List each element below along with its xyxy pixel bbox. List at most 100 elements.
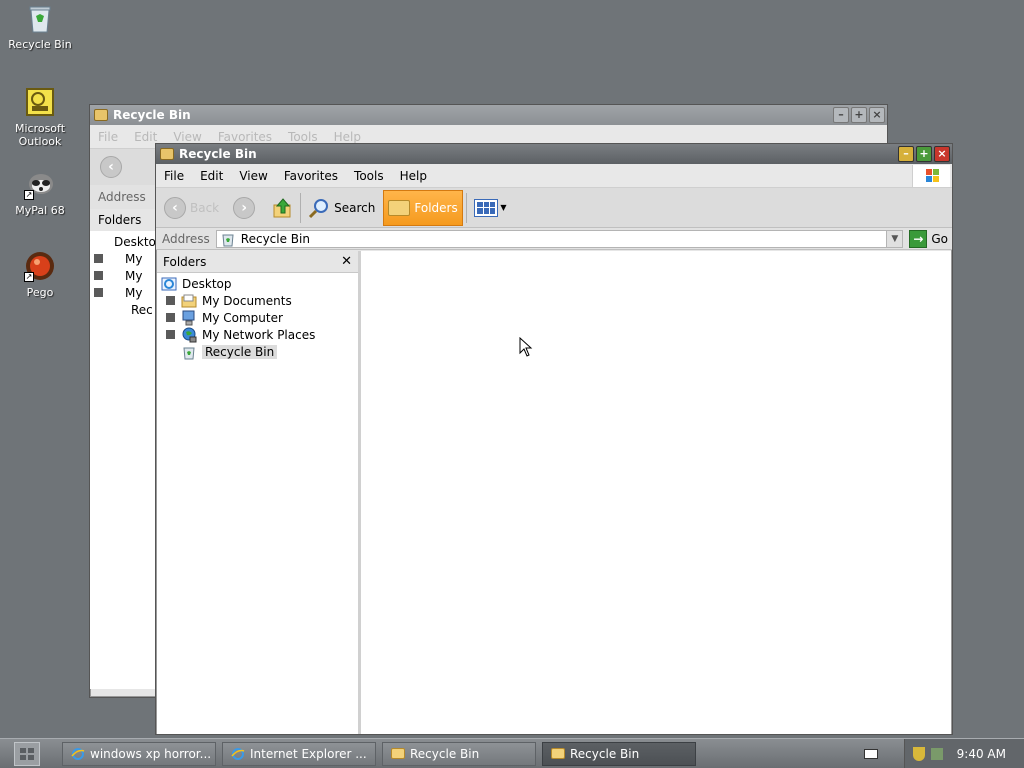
expander-icon[interactable]: [166, 296, 175, 305]
start-button[interactable]: [14, 741, 40, 766]
system-tray: 9:40 AM: [863, 739, 1024, 768]
toolbar: ‹ Back › Search Folders ▼: [156, 188, 952, 228]
tree-item[interactable]: My: [94, 250, 156, 267]
expander-icon[interactable]: [94, 254, 103, 263]
chevron-down-icon[interactable]: ▼: [886, 230, 903, 247]
pane-wrap: Folders ✕ Desktop My Documents My Comput…: [157, 251, 951, 734]
tree-label: My Computer: [202, 310, 283, 325]
front-window-titlebar[interactable]: Recycle Bin – + ×: [156, 144, 952, 164]
folders-label: Folders: [98, 213, 142, 227]
desktop-icon-label: Pego: [26, 286, 54, 299]
address-input[interactable]: Recycle Bin ▼: [215, 229, 904, 248]
notification-area: 9:40 AM: [903, 739, 1024, 768]
recycle-bin-icon: [222, 234, 234, 246]
taskbar-item[interactable]: Internet Explorer ...: [222, 741, 376, 766]
keyboard-icon[interactable]: [863, 749, 878, 759]
desktop-icon-pego[interactable]: ↗ Pego: [0, 250, 80, 299]
taskbar-item[interactable]: Recycle Bin: [382, 741, 536, 766]
menu-edit[interactable]: Edit: [192, 169, 231, 183]
raccoon-icon: ↗: [24, 168, 56, 200]
menubar: File Edit View Favorites Tools Help: [156, 164, 952, 188]
taskbar: windows xp horror... Internet Explorer .…: [0, 738, 1024, 768]
tree-item-desktop[interactable]: Desktop: [157, 275, 358, 292]
minimize-button[interactable]: –: [898, 146, 914, 162]
menu-help[interactable]: Help: [392, 169, 435, 183]
toolbar-separator: [466, 192, 468, 223]
pego-icon: ↗: [24, 250, 56, 282]
expander-icon[interactable]: [94, 288, 103, 297]
back-window-titlebar[interactable]: Recycle Bin – + ×: [90, 105, 887, 125]
menu-tools[interactable]: Tools: [280, 130, 326, 144]
tree-item-recycle-bin[interactable]: Recycle Bin: [157, 343, 358, 360]
tree-item-my-computer[interactable]: My Computer: [157, 309, 358, 326]
expander-icon[interactable]: [94, 271, 103, 280]
back-arrow-icon[interactable]: ‹: [100, 156, 122, 178]
forward-button[interactable]: ›: [229, 190, 259, 226]
address-value: Recycle Bin: [240, 231, 310, 246]
security-shield-icon[interactable]: [912, 747, 925, 761]
tree-label: My Network Places: [202, 327, 316, 342]
file-list-pane[interactable]: [361, 251, 951, 734]
close-button[interactable]: ×: [869, 107, 885, 123]
tree-item[interactable]: Rec: [94, 301, 156, 318]
tree-label: My Documents: [202, 293, 292, 308]
tree-item[interactable]: My: [94, 267, 156, 284]
shortcut-arrow-icon: ↗: [24, 272, 34, 282]
tree-item-my-documents[interactable]: My Documents: [157, 292, 358, 309]
minimize-button[interactable]: –: [833, 107, 849, 123]
expander-icon[interactable]: [166, 313, 175, 322]
folders-label: Folders: [414, 200, 458, 215]
search-button[interactable]: Search: [304, 190, 379, 226]
tree-item[interactable]: My: [94, 284, 156, 301]
taskbar-item-label: windows xp horror...: [90, 746, 212, 761]
menu-edit[interactable]: Edit: [126, 130, 165, 144]
front-window[interactable]: Recycle Bin – + × File Edit View Favorit…: [155, 143, 953, 735]
tree-label: Desktop: [182, 276, 232, 291]
menu-help[interactable]: Help: [326, 130, 369, 144]
network-icon[interactable]: [930, 748, 943, 760]
desktop-icon-outlook[interactable]: Microsoft Outlook: [0, 86, 80, 148]
recycle-bin-icon: [183, 347, 195, 359]
back-button[interactable]: ‹ Back: [160, 190, 223, 226]
desktop-icon-recycle-bin[interactable]: Recycle Bin: [0, 2, 80, 51]
folder-icon: [388, 199, 411, 216]
documents-folder-icon: [181, 294, 197, 307]
folders-pane-title: Folders: [163, 254, 207, 269]
close-button[interactable]: ×: [934, 146, 950, 162]
menu-file[interactable]: File: [156, 169, 192, 183]
close-icon[interactable]: ✕: [341, 254, 352, 269]
maximize-button[interactable]: +: [916, 146, 932, 162]
menu-favorites[interactable]: Favorites: [210, 130, 280, 144]
maximize-button[interactable]: +: [851, 107, 867, 123]
views-button[interactable]: ▼: [470, 190, 510, 226]
desktop-icon: [161, 277, 177, 290]
menu-tools[interactable]: Tools: [346, 169, 392, 183]
tree-label: My: [125, 285, 143, 300]
forward-arrow-icon: ›: [233, 196, 256, 219]
taskbar-item[interactable]: windows xp horror...: [62, 741, 216, 766]
folder-tree: Desktop My Documents My Computer My Netw…: [157, 273, 358, 360]
taskbar-item-active[interactable]: Recycle Bin: [542, 741, 696, 766]
tree-label: My: [125, 268, 143, 283]
menu-view[interactable]: View: [231, 169, 275, 183]
search-icon: [308, 197, 330, 219]
desktop-icon-mypal[interactable]: ↗ MyPal 68: [0, 168, 80, 217]
taskbar-item-label: Recycle Bin: [410, 746, 480, 761]
go-button[interactable]: → Go: [909, 229, 948, 248]
expander-icon[interactable]: [166, 330, 175, 339]
back-arrow-icon: ‹: [164, 196, 186, 219]
desktop-icon-label: Microsoft Outlook: [14, 122, 66, 148]
network-globe-icon: [182, 327, 197, 342]
back-window-title: Recycle Bin: [113, 108, 191, 122]
desktop-icon-label: MyPal 68: [15, 204, 65, 217]
menu-view[interactable]: View: [165, 130, 209, 144]
computer-icon: [182, 310, 195, 325]
up-button[interactable]: [269, 190, 297, 226]
clock[interactable]: 9:40 AM: [957, 747, 1006, 761]
folders-button[interactable]: Folders: [383, 189, 464, 226]
menu-favorites[interactable]: Favorites: [276, 169, 346, 183]
menu-file[interactable]: File: [90, 130, 126, 144]
recycle-bin-icon: [24, 2, 56, 34]
tree-item[interactable]: Deskto: [94, 233, 156, 250]
tree-item-my-network-places[interactable]: My Network Places: [157, 326, 358, 343]
